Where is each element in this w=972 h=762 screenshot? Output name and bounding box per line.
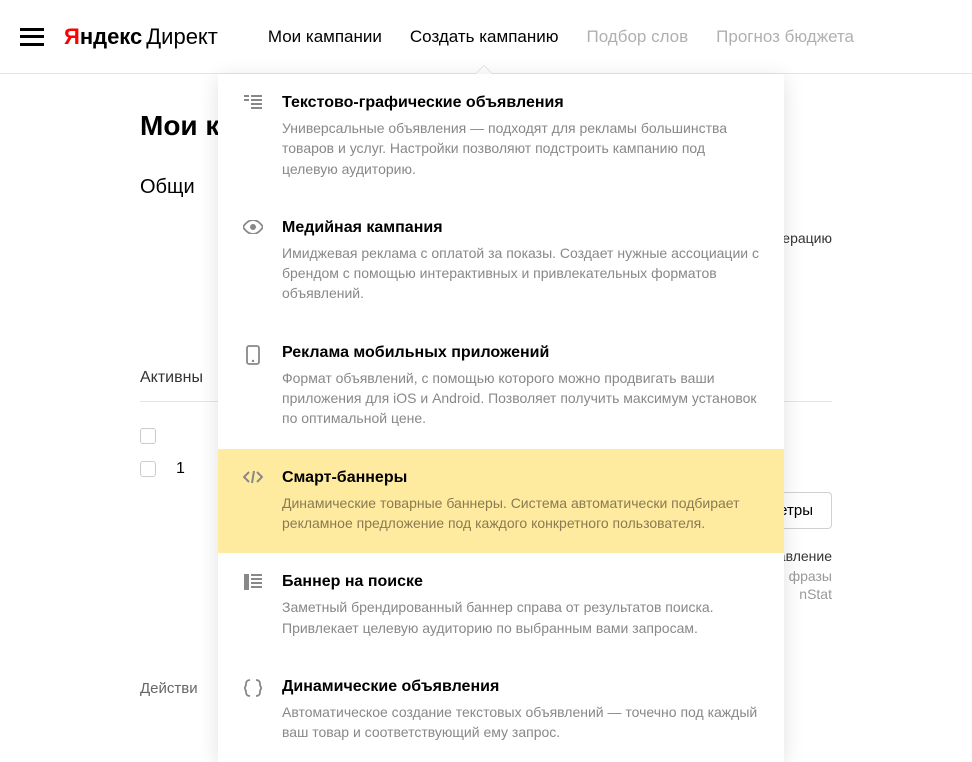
dropdown-item-title: Медийная кампания (282, 219, 760, 237)
text-lines-icon (242, 95, 264, 117)
header: Яндекс Директ Мои кампании Создать кампа… (0, 0, 972, 74)
dropdown-item-search-banner[interactable]: Баннер на поиске Заметный брендированный… (218, 553, 784, 658)
nav-my-campaigns[interactable]: Мои кампании (268, 1, 382, 73)
row-number: 1 (176, 460, 185, 478)
dropdown-item-smart-banners[interactable]: Смарт-баннеры Динамические товарные банн… (218, 449, 784, 554)
dropdown-item-mobile[interactable]: Реклама мобильных приложений Формат объя… (218, 324, 784, 449)
nav-create-campaign[interactable]: Создать кампанию (410, 1, 559, 73)
nav-budget-forecast[interactable]: Прогноз бюджета (716, 1, 854, 73)
logo-product: Директ (146, 24, 218, 50)
main-nav: Мои кампании Создать кампанию Подбор сло… (268, 1, 952, 73)
menu-icon[interactable] (20, 28, 44, 46)
dropdown-item-dynamic[interactable]: Динамические объявления Автоматическое с… (218, 658, 784, 762)
logo[interactable]: Яндекс Директ (64, 24, 218, 50)
dropdown-item-media[interactable]: Медийная кампания Имиджевая реклама с оп… (218, 199, 784, 324)
row-checkbox[interactable] (140, 461, 156, 477)
dropdown-item-title: Динамические объявления (282, 678, 760, 696)
create-campaign-dropdown: Текстово-графические объявления Универса… (218, 74, 784, 762)
dropdown-item-desc: Имиджевая реклама с оплатой за показы. С… (282, 243, 760, 304)
actions-label: Действи (140, 680, 198, 697)
mobile-icon (242, 345, 264, 367)
code-icon (242, 470, 264, 492)
nav-word-selection[interactable]: Подбор слов (586, 1, 688, 73)
stat-text: nStat (799, 586, 832, 602)
eye-icon (242, 220, 264, 242)
dropdown-item-desc: Автоматическое создание текстовых объявл… (282, 702, 760, 743)
select-all-checkbox[interactable] (140, 428, 156, 444)
dropdown-item-title: Реклама мобильных приложений (282, 344, 760, 362)
layout-icon (242, 574, 264, 596)
logo-brand-rest: ндекс (80, 24, 142, 50)
logo-brand-y: Я (64, 24, 80, 50)
dropdown-item-desc: Универсальные объявления — подходят для … (282, 118, 760, 179)
dropdown-item-text-graphic[interactable]: Текстово-графические объявления Универса… (218, 74, 784, 199)
dropdown-item-title: Смарт-баннеры (282, 469, 760, 487)
dropdown-item-desc: Формат объявлений, с помощью которого мо… (282, 368, 760, 429)
dropdown-item-desc: Заметный брендированный баннер справа от… (282, 597, 760, 638)
braces-icon (242, 679, 264, 701)
dropdown-item-desc: Динамические товарные баннеры. Система а… (282, 493, 760, 534)
dropdown-item-title: Баннер на поиске (282, 573, 760, 591)
phrases-text: фразы (789, 568, 832, 584)
dropdown-item-title: Текстово-графические объявления (282, 94, 760, 112)
